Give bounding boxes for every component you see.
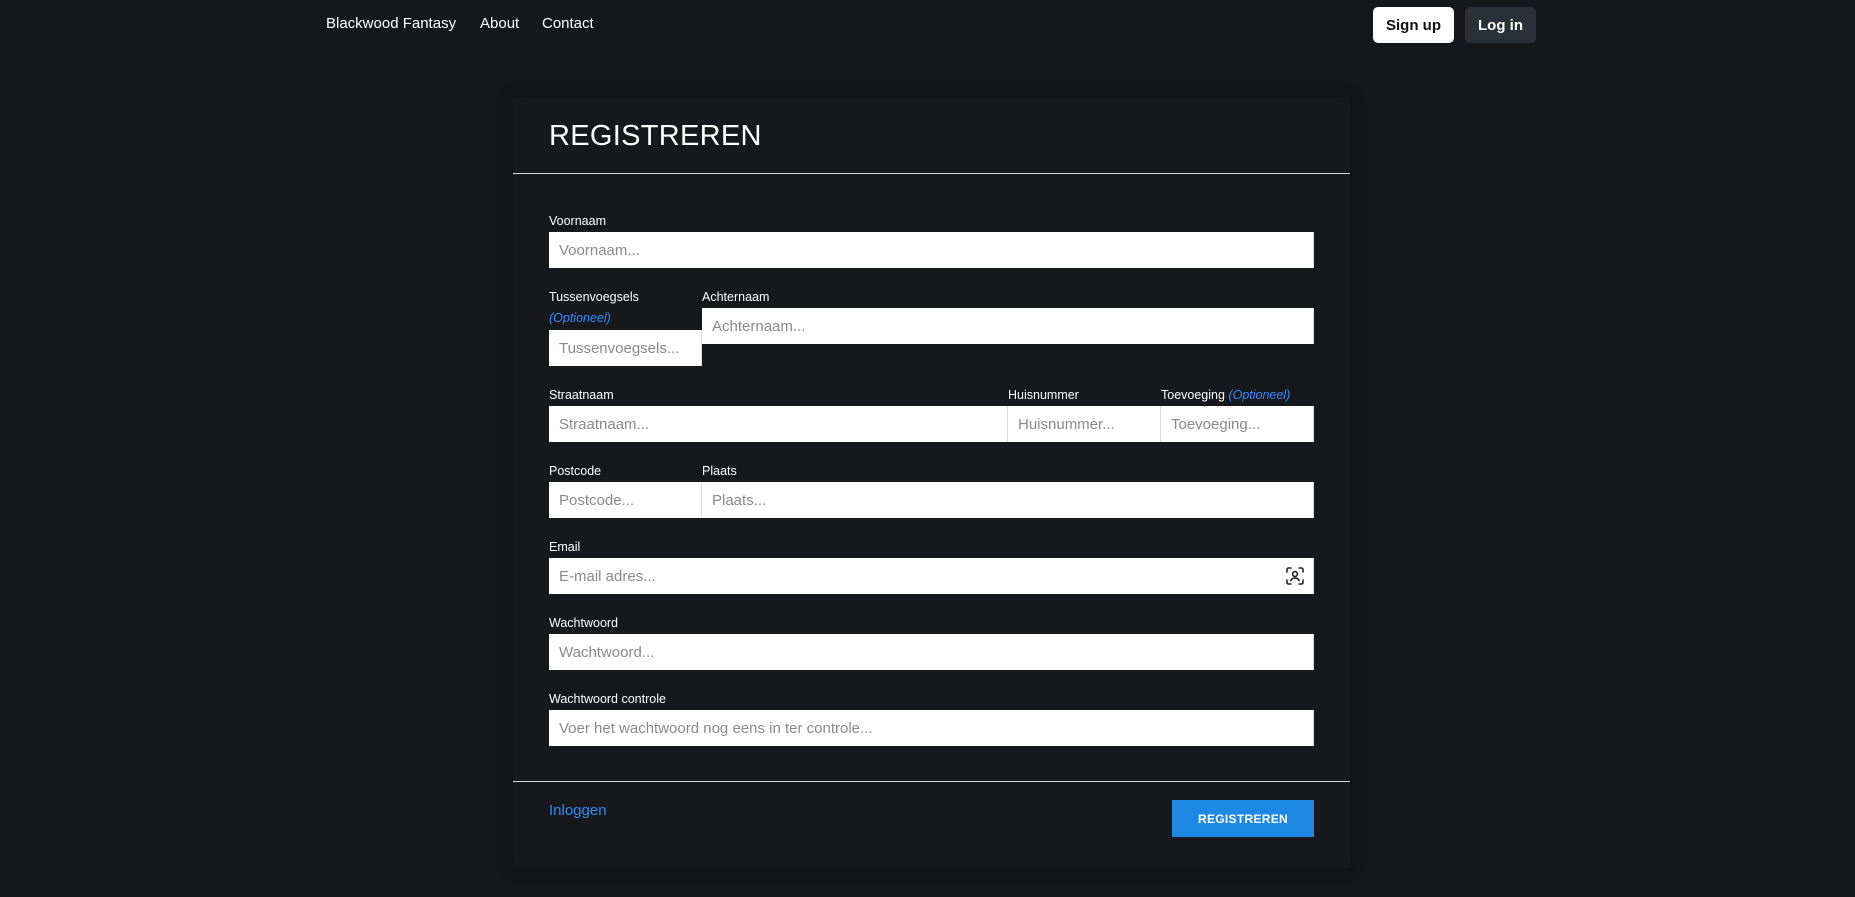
voornaam-input[interactable]: [549, 232, 1314, 268]
toevoeging-label: Toevoeging: [1161, 388, 1225, 402]
email-field-wrapper: [549, 558, 1314, 594]
achternaam-label: Achternaam: [702, 290, 770, 304]
plaats-input[interactable]: [702, 482, 1314, 518]
huisnummer-input[interactable]: [1008, 406, 1161, 442]
wachtwoord-label: Wachtwoord: [549, 616, 619, 630]
sign-up-button[interactable]: Sign up: [1373, 7, 1454, 43]
tussenvoegsels-label: Tussenvoegsels: [549, 290, 639, 304]
straatnaam-input[interactable]: [549, 406, 1008, 442]
achternaam-input[interactable]: [702, 308, 1314, 344]
page-title: REGISTREREN: [549, 120, 762, 152]
plaats-label: Plaats: [702, 464, 737, 478]
contact-card-icon[interactable]: [1286, 567, 1304, 585]
nav-about-link[interactable]: About: [480, 15, 519, 32]
inloggen-link[interactable]: Inloggen: [549, 802, 607, 819]
title-divider: [513, 173, 1350, 174]
wachtwoord-controle-label: Wachtwoord controle: [549, 692, 666, 706]
straatnaam-label: Straatnaam: [549, 388, 614, 402]
brand-link[interactable]: Blackwood Fantasy: [326, 15, 456, 32]
postcode-input[interactable]: [549, 482, 702, 518]
nav-contact-link[interactable]: Contact: [542, 15, 594, 32]
footer-divider: [513, 781, 1350, 782]
huisnummer-label: Huisnummer: [1008, 388, 1079, 402]
toevoeging-optional-label: (Optioneel): [1228, 388, 1291, 402]
email-input[interactable]: [549, 558, 1314, 594]
postcode-label: Postcode: [549, 464, 602, 478]
toevoeging-input[interactable]: [1161, 406, 1314, 442]
tussenvoegsels-input[interactable]: [549, 330, 702, 366]
top-navbar: Blackwood Fantasy About Contact Sign up …: [0, 0, 1855, 50]
wachtwoord-input[interactable]: [549, 634, 1314, 670]
wachtwoord-controle-input[interactable]: [549, 710, 1314, 746]
tussenvoegsels-optional-label: (Optioneel): [549, 311, 611, 325]
registration-card: REGISTREREN Voornaam Tussenvoegsels (Opt…: [513, 98, 1350, 868]
voornaam-label: Voornaam: [549, 214, 606, 228]
log-in-button[interactable]: Log in: [1465, 7, 1536, 43]
toevoeging-label-group: Toevoeging (Optioneel): [1161, 388, 1290, 402]
email-label: Email: [549, 540, 581, 554]
register-button[interactable]: REGISTREREN: [1172, 800, 1314, 837]
